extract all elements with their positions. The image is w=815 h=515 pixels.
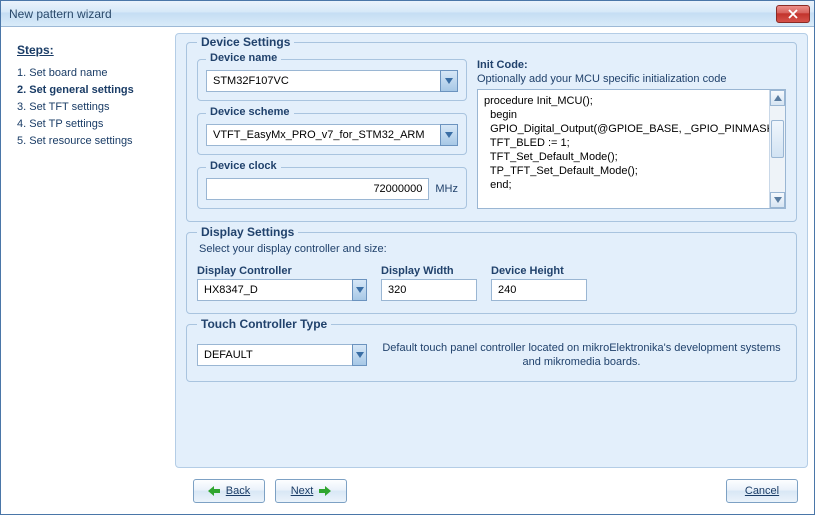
display-width-input[interactable] [381, 279, 477, 301]
chevron-down-icon [356, 352, 364, 358]
display-width-label: Display Width [381, 265, 477, 277]
touch-controller-combo[interactable] [197, 344, 367, 366]
scroll-down-button[interactable] [770, 192, 785, 208]
step-1[interactable]: 1. Set board name [17, 67, 169, 79]
device-clock-input[interactable] [206, 178, 429, 200]
init-code-box [477, 89, 786, 209]
display-controller-dropdown-button[interactable] [352, 279, 367, 301]
titlebar: New pattern wizard [1, 1, 814, 27]
device-scheme-group: Device scheme [197, 113, 467, 155]
steps-panel: Steps: 1. Set board name 2. Set general … [7, 33, 175, 468]
device-scheme-combo[interactable] [206, 124, 458, 146]
display-height-input[interactable] [491, 279, 587, 301]
init-code-label: Init Code: [477, 59, 786, 71]
cancel-button[interactable]: Cancel [726, 479, 798, 503]
display-settings-group: Display Settings Select your display con… [186, 232, 797, 314]
content-panel: Device Settings Device name [175, 33, 808, 468]
back-button[interactable]: Back [193, 479, 265, 503]
device-scheme-dropdown-button[interactable] [440, 124, 458, 146]
display-controller-input[interactable] [197, 279, 352, 301]
init-code-desc: Optionally add your MCU specific initial… [477, 73, 786, 85]
scroll-thumb[interactable] [771, 120, 784, 158]
touch-controller-desc: Default touch panel controller located o… [377, 341, 786, 369]
arrow-left-icon [208, 486, 220, 496]
chevron-down-icon [774, 197, 782, 203]
chevron-down-icon [445, 132, 453, 138]
chevron-up-icon [774, 95, 782, 101]
close-icon [788, 9, 798, 19]
touch-controller-dropdown-button[interactable] [352, 344, 367, 366]
init-code-textarea[interactable] [478, 90, 769, 208]
wizard-window: New pattern wizard Steps: 1. Set board n… [0, 0, 815, 515]
steps-heading: Steps: [17, 43, 169, 57]
device-scheme-label: Device scheme [206, 106, 294, 118]
init-code-scrollbar[interactable] [769, 90, 785, 208]
scroll-up-button[interactable] [770, 90, 785, 106]
device-name-input[interactable] [206, 70, 440, 92]
touch-controller-group: Touch Controller Type Default touch pane… [186, 324, 797, 382]
touch-controller-title: Touch Controller Type [197, 317, 331, 331]
device-name-group: Device name [197, 59, 467, 101]
arrow-right-icon [319, 486, 331, 496]
display-controller-combo[interactable] [197, 279, 367, 301]
device-settings-title: Device Settings [197, 35, 294, 49]
cancel-button-label: Cancel [745, 485, 779, 497]
step-4[interactable]: 4. Set TP settings [17, 118, 169, 130]
step-3[interactable]: 3. Set TFT settings [17, 101, 169, 113]
close-button[interactable] [776, 5, 810, 23]
device-clock-unit: MHz [435, 183, 458, 195]
device-scheme-input[interactable] [206, 124, 440, 146]
display-settings-title: Display Settings [197, 225, 298, 239]
touch-controller-input[interactable] [197, 344, 352, 366]
next-button-label: Next [291, 485, 314, 497]
step-2[interactable]: 2. Set general settings [17, 84, 169, 96]
chevron-down-icon [356, 287, 364, 293]
display-subtitle: Select your display controller and size: [199, 243, 786, 255]
back-button-label: Back [226, 485, 250, 497]
device-name-label: Device name [206, 52, 281, 64]
display-height-label: Device Height [491, 265, 587, 277]
body: Steps: 1. Set board name 2. Set general … [1, 27, 814, 474]
chevron-down-icon [445, 78, 453, 84]
device-name-combo[interactable] [206, 70, 458, 92]
device-clock-label: Device clock [206, 160, 281, 172]
device-name-dropdown-button[interactable] [440, 70, 458, 92]
device-settings-group: Device Settings Device name [186, 42, 797, 222]
display-controller-label: Display Controller [197, 265, 367, 277]
window-title: New pattern wizard [9, 7, 112, 21]
footer: Back Next Cancel [1, 474, 814, 514]
step-5[interactable]: 5. Set resource settings [17, 135, 169, 147]
next-button[interactable]: Next [275, 479, 347, 503]
device-clock-group: Device clock MHz [197, 167, 467, 209]
